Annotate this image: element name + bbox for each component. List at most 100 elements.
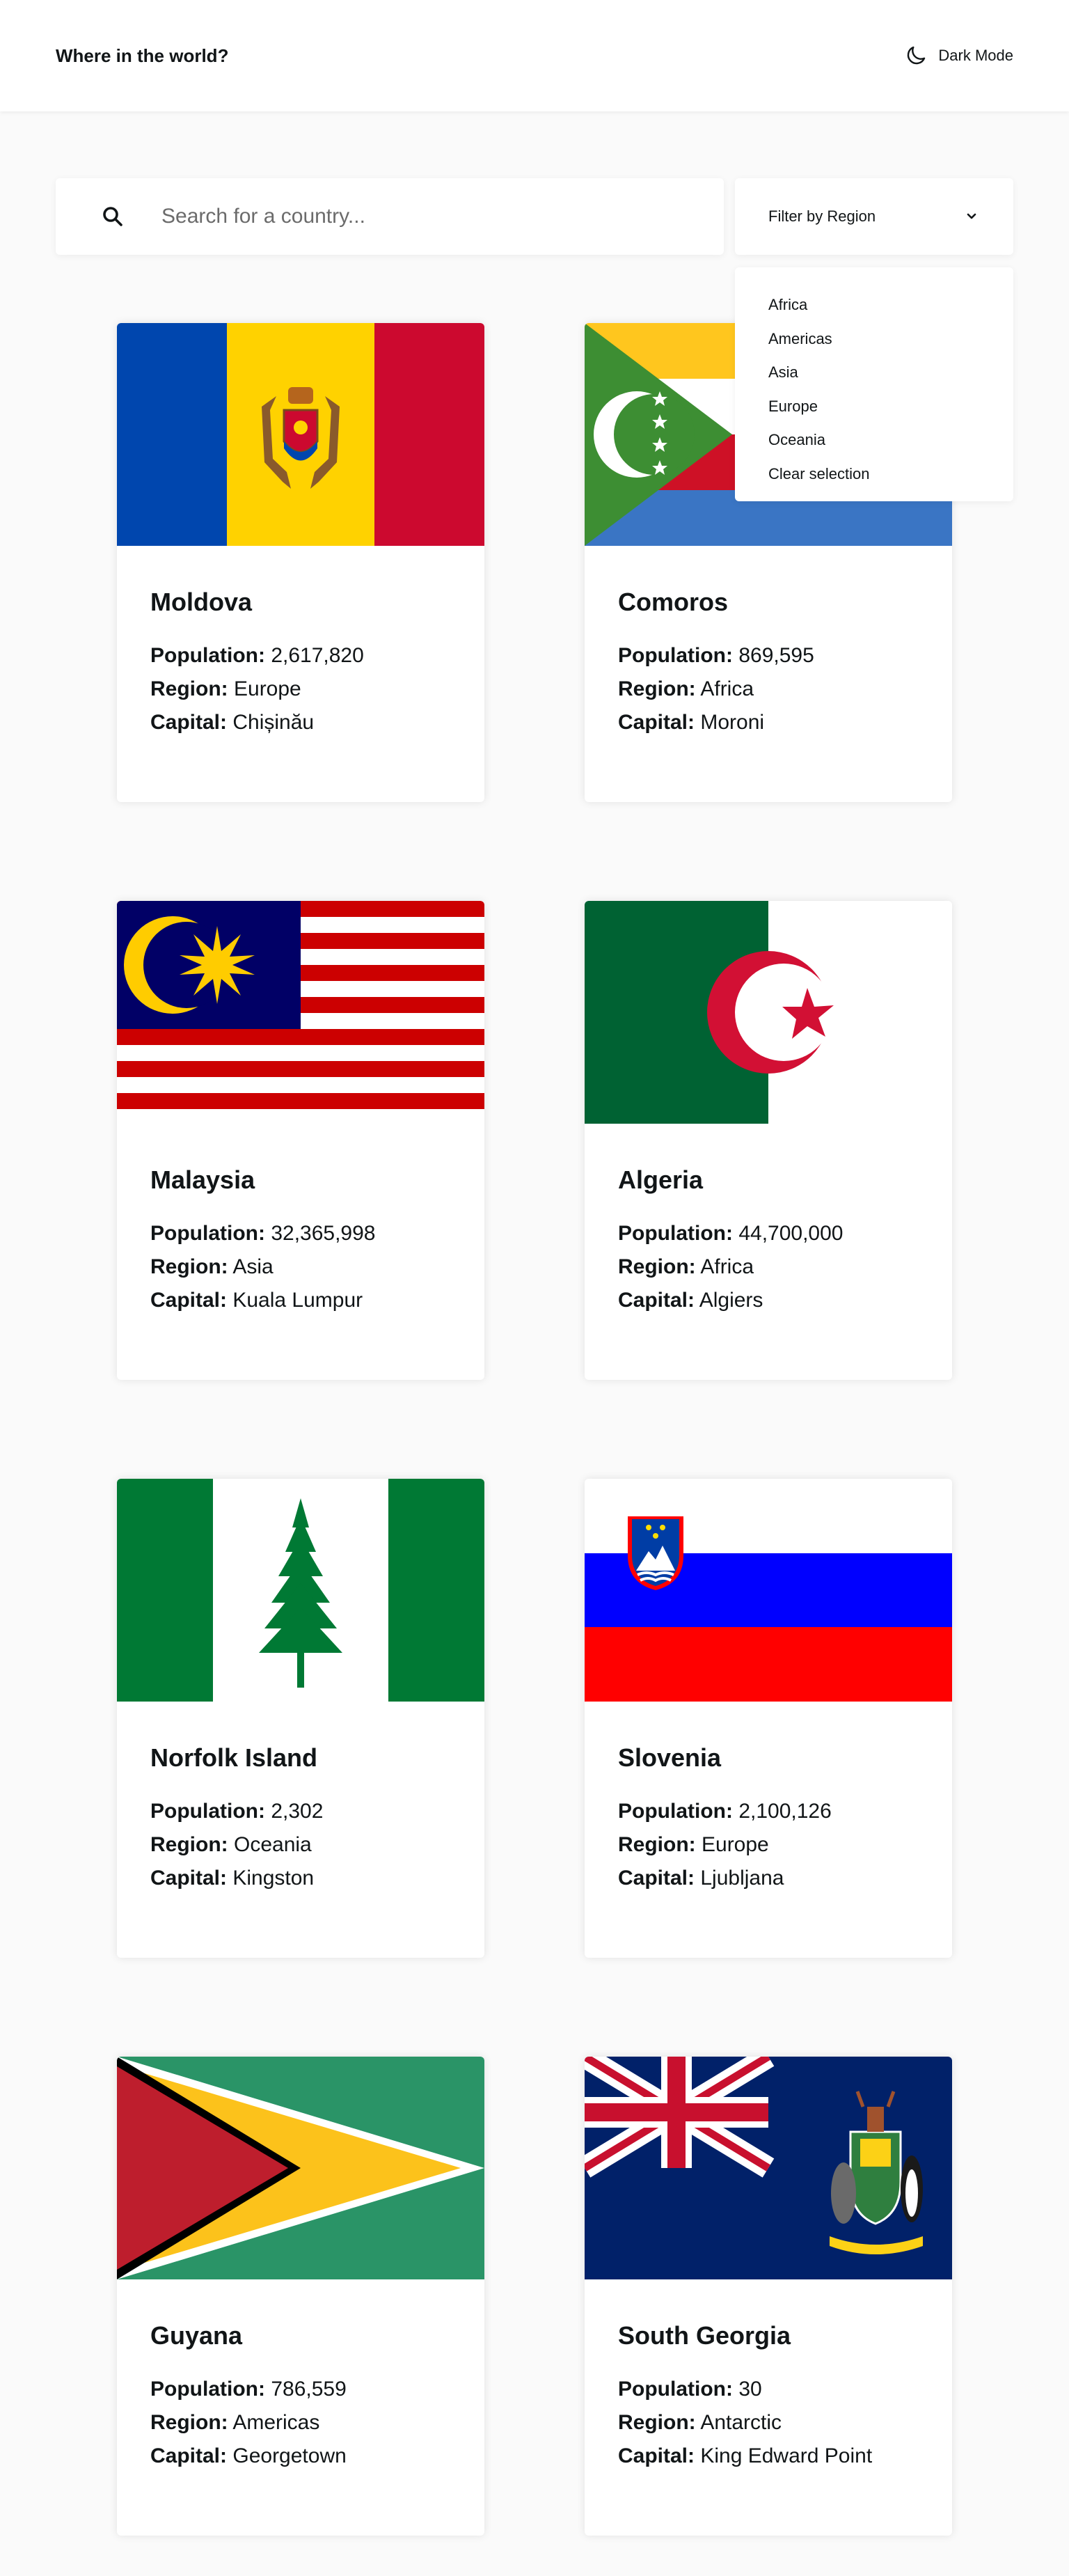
capital-label: Capital: [618,711,695,734]
population-row: Population: 2,302 [150,1798,323,1825]
capital-value: Ljubljana [700,1867,784,1890]
region-label: Region: [150,1833,228,1856]
region-label: Region: [150,677,228,700]
region-label: Region: [618,1255,696,1278]
flag-algeria [585,901,952,1124]
region-filter[interactable]: Filter by Region [735,178,1013,255]
capital-row: Capital: Ljubljana [618,1864,784,1892]
population-row: Population: 2,617,820 [150,642,364,670]
country-card-slovenia[interactable]: Slovenia Population: 2,100,126 Region: E… [585,1479,952,1958]
capital-label: Capital: [618,2444,695,2467]
region-label: Region: [150,2411,228,2434]
population-value: 869,595 [738,644,814,667]
population-label: Population: [618,1800,733,1823]
search-box[interactable] [56,178,724,255]
country-name: Moldova [150,588,253,616]
flag-malaysia [117,901,484,1124]
capital-value: King Edward Point [700,2444,873,2467]
country-card-algeria[interactable]: Algeria Population: 44,700,000 Region: A… [585,901,952,1380]
country-name: South Georgia [618,2321,791,2350]
population-label: Population: [150,644,265,667]
chevron-down-icon [967,213,976,219]
region-option-europe[interactable]: Europe [735,390,1013,424]
population-value: 2,302 [271,1800,324,1823]
capital-row: Capital: Kuala Lumpur [150,1287,363,1314]
search-icon [103,207,122,226]
country-card-malaysia[interactable]: Malaysia Population: 32,365,998 Region: … [117,901,484,1380]
population-row: Population: 869,595 [618,642,814,670]
region-option-americas[interactable]: Americas [735,322,1013,356]
country-name: Algeria [618,1165,704,1194]
capital-value: Georgetown [232,2444,347,2467]
region-label: Region: [618,2411,696,2434]
capital-label: Capital: [150,1867,228,1890]
search-input[interactable] [161,205,690,228]
country-name: Comoros [618,588,729,616]
population-row: Population: 32,365,998 [150,1220,375,1248]
region-value: Asia [232,1255,274,1278]
country-card-moldova[interactable]: Moldova Population: 2,617,820 Region: Eu… [117,323,484,802]
country-name: Malaysia [150,1165,255,1194]
region-value: Africa [700,677,754,700]
region-row: Region: Europe [618,1831,769,1859]
population-label: Population: [618,1222,733,1245]
capital-row: Capital: Georgetown [150,2442,347,2470]
capital-label: Capital: [618,1289,695,1312]
region-value: Africa [700,1255,754,1278]
population-value: 44,700,000 [738,1222,844,1245]
capital-row: Capital: Kingston [150,1864,314,1892]
country-card-south-georgia[interactable]: South Georgia Population: 30 Region: Ant… [585,2057,952,2536]
flag-norfolk-island [117,1479,484,1702]
region-label: Region: [618,1833,696,1856]
country-name: Norfolk Island [150,1743,318,1772]
dark-mode-toggle[interactable]: Dark Mode [903,40,1013,71]
capital-value: Chișinău [232,711,315,734]
country-card-guyana[interactable]: Guyana Population: 786,559 Region: Ameri… [117,2057,484,2536]
region-label: Region: [150,1255,228,1278]
capital-label: Capital: [150,711,228,734]
region-row: Region: Asia [150,1253,274,1281]
capital-label: Capital: [150,1289,228,1312]
capital-label: Capital: [150,2444,228,2467]
region-value: Americas [232,2411,320,2434]
population-row: Population: 44,700,000 [618,1220,843,1248]
capital-value: Kuala Lumpur [232,1289,363,1312]
flag-guyana [117,2057,484,2279]
population-value: 32,365,998 [271,1222,376,1245]
region-option-africa[interactable]: Africa [735,288,1013,322]
region-row: Region: Antarctic [618,2409,782,2437]
region-option-oceania[interactable]: Oceania [735,423,1013,457]
region-dropdown-menu: Africa Americas Asia Europe Oceania Clea… [735,267,1013,501]
flag-slovenia [585,1479,952,1702]
population-row: Population: 786,559 [150,2375,347,2403]
region-option-asia[interactable]: Asia [735,356,1013,390]
region-value: Europe [702,1833,769,1856]
region-label: Region: [618,677,696,700]
capital-row: Capital: Moroni [618,709,764,737]
region-row: Region: Africa [618,1253,754,1281]
population-value: 2,100,126 [738,1800,832,1823]
population-value: 2,617,820 [271,644,364,667]
region-option-clear[interactable]: Clear selection [735,457,1013,492]
flag-south-georgia [585,2057,952,2279]
region-row: Region: Europe [150,675,301,703]
region-filter-label: Filter by Region [768,207,876,225]
population-label: Population: [150,1222,265,1245]
population-label: Population: [150,1800,265,1823]
region-value: Europe [234,677,301,700]
country-name: Slovenia [618,1743,722,1772]
population-value: 30 [738,2378,762,2401]
capital-label: Capital: [618,1867,695,1890]
population-row: Population: 2,100,126 [618,1798,832,1825]
region-value: Antarctic [700,2411,782,2434]
region-row: Region: Africa [618,675,754,703]
country-name: Guyana [150,2321,243,2350]
capital-row: Capital: Chișinău [150,709,314,737]
top-bar: Where in the world? Dark Mode [0,0,1069,111]
country-card-norfolk-island[interactable]: Norfolk Island Population: 2,302 Region:… [117,1479,484,1958]
flag-moldova [117,323,484,546]
moon-icon [908,46,926,65]
population-value: 786,559 [271,2378,347,2401]
region-row: Region: Oceania [150,1831,312,1859]
app-title: Where in the world? [56,45,229,66]
